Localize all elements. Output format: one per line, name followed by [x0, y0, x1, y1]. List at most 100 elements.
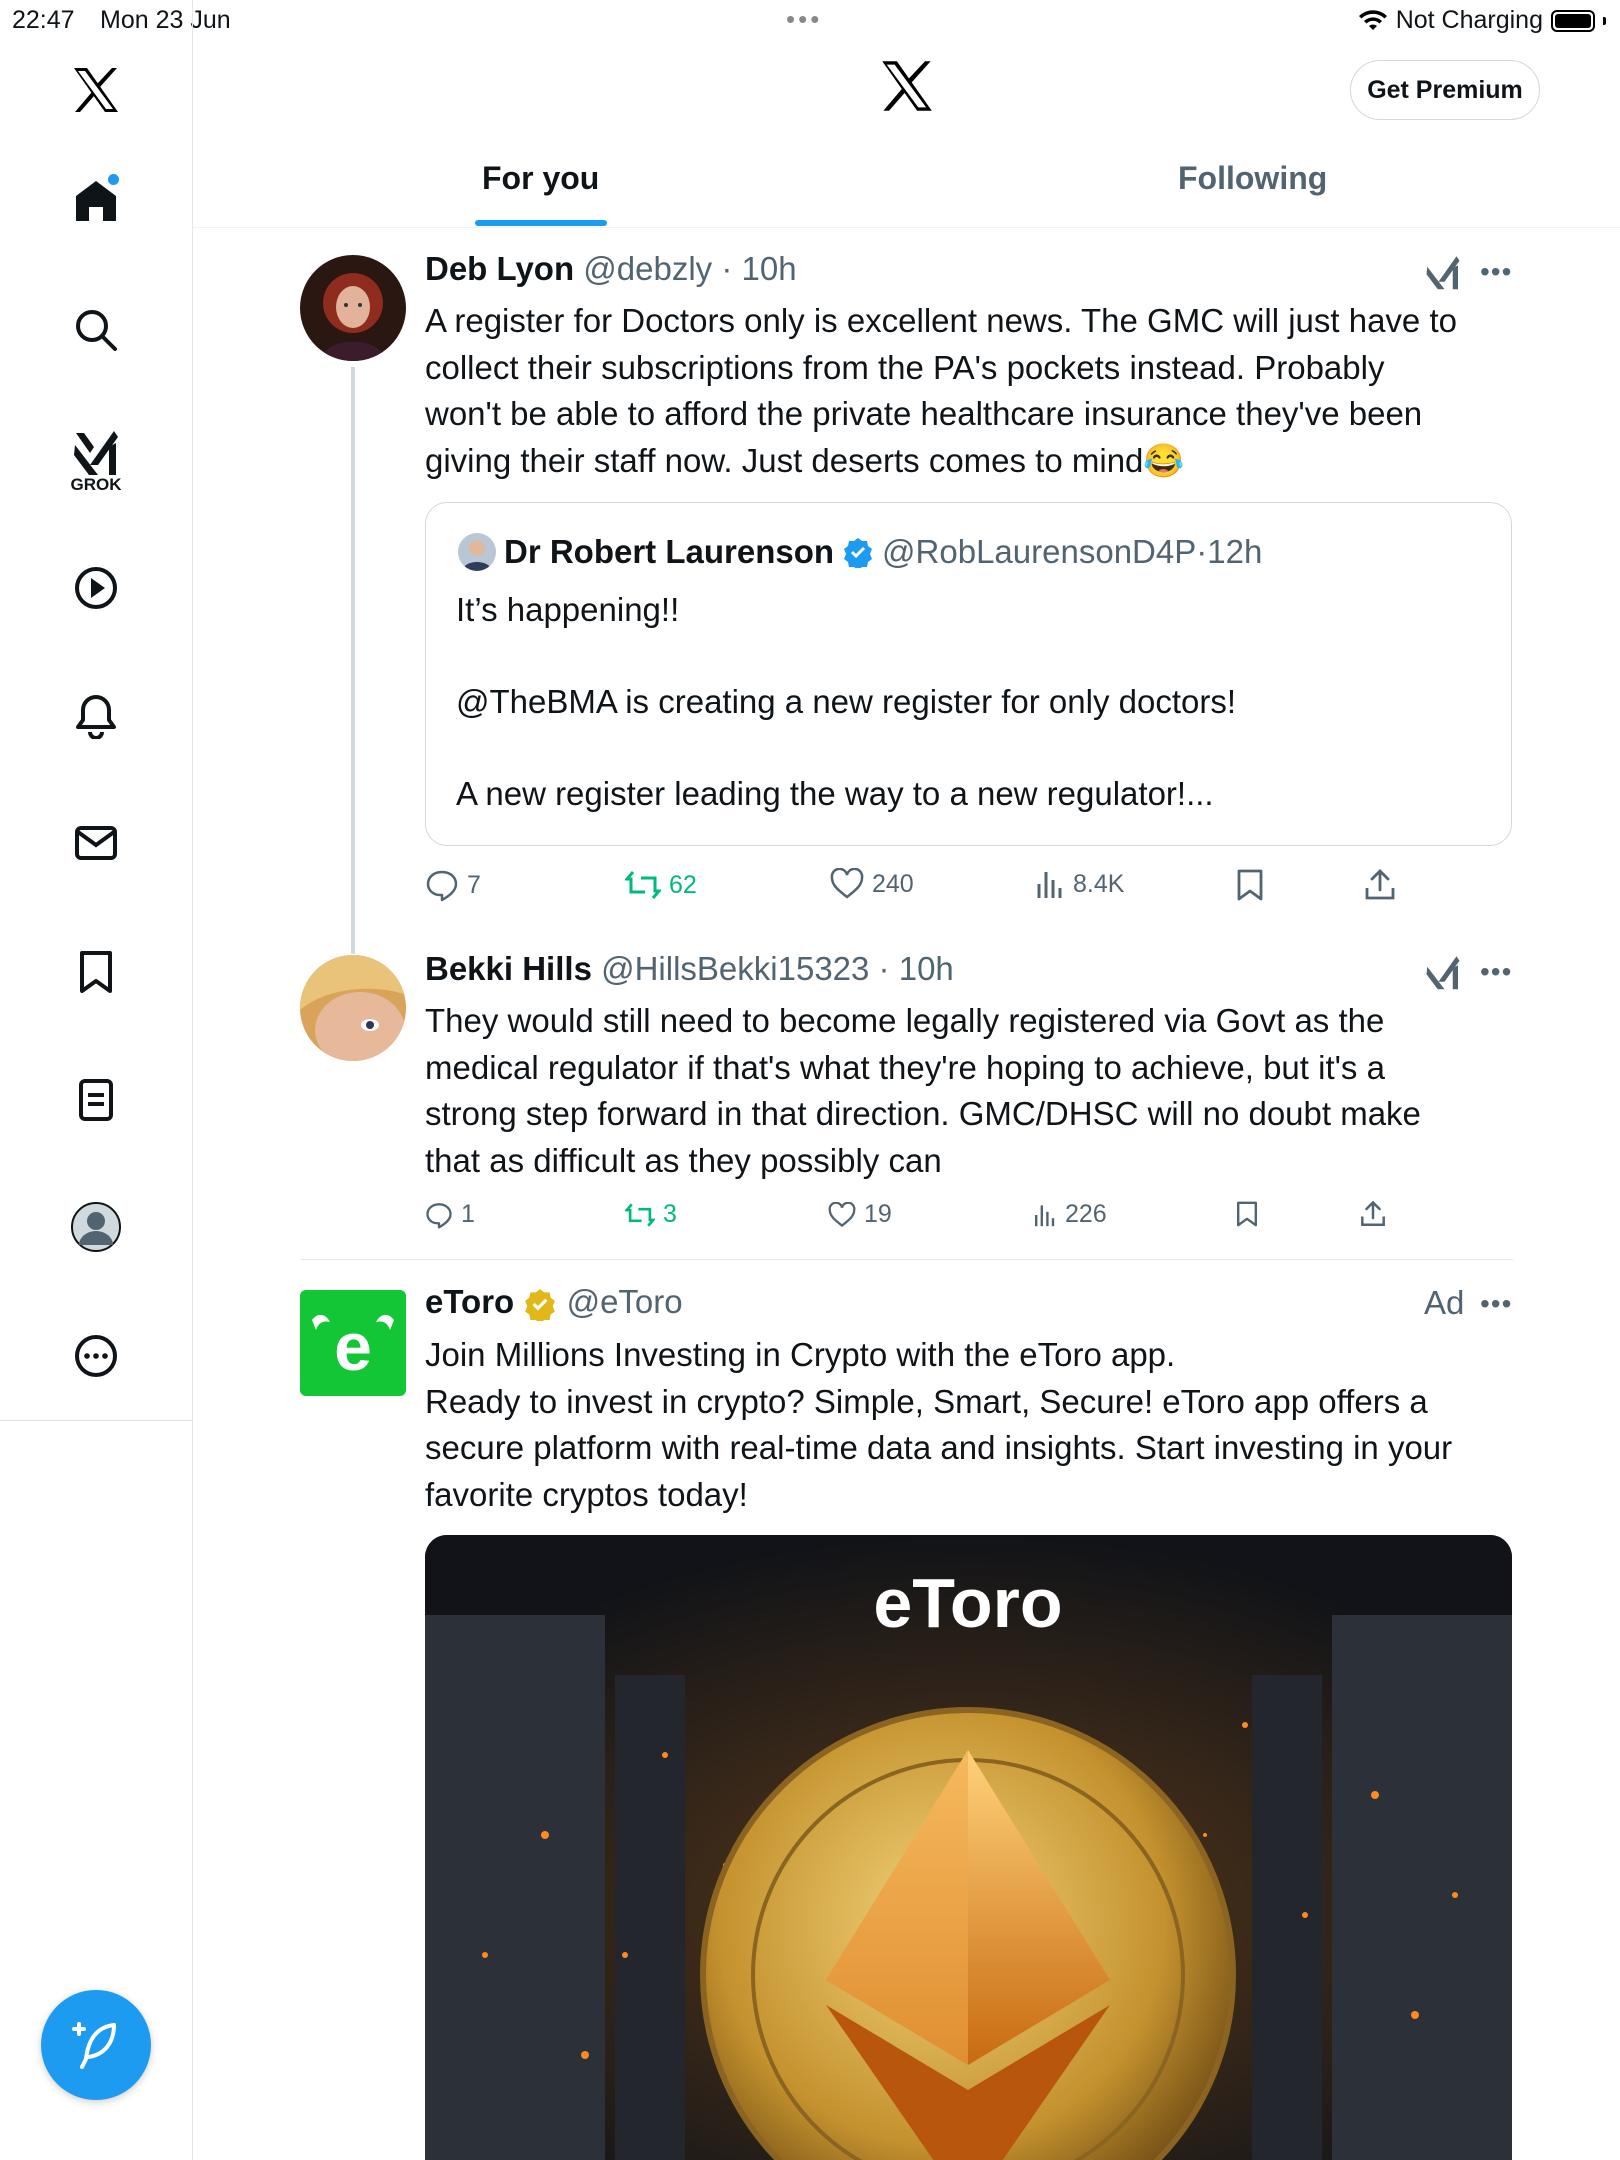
separator-dot: ·	[1196, 533, 1208, 570]
views-button[interactable]: 8.4K	[1035, 868, 1124, 900]
multitasking-dots[interactable]: •••	[786, 4, 822, 35]
etoro-logo-avatar[interactable]: e	[300, 1290, 406, 1396]
grok-explain-icon[interactable]	[1425, 254, 1461, 295]
tweet-text-line: Ready to invest in crypto? Simple, Smart…	[425, 1382, 1428, 1420]
tweet-time[interactable]: 10h	[742, 250, 797, 287]
share-button[interactable]	[1363, 868, 1397, 902]
lists-icon[interactable]	[60, 1064, 132, 1136]
charging-status: Not Charging	[1395, 6, 1543, 34]
repost-icon	[625, 871, 661, 899]
author-handle[interactable]: @eToro	[567, 1283, 683, 1320]
tweet-text-line: secure platform with real-time data and …	[425, 1429, 1453, 1466]
quoted-paragraph: It’s happening!!	[456, 591, 680, 628]
bookmarks-icon[interactable]	[60, 936, 132, 1008]
ad-media-image[interactable]: eToro	[425, 1535, 1512, 2160]
tweet-text: They would still need to become legally …	[425, 998, 1525, 1184]
reply-count: 1	[461, 1200, 475, 1228]
reply-count: 7	[467, 870, 481, 899]
tab-following[interactable]: Following	[1178, 160, 1327, 197]
tweet-time[interactable]: 10h	[899, 950, 954, 987]
compose-feather-icon	[72, 2022, 116, 2069]
thread-connector	[351, 367, 355, 954]
heart-icon	[830, 868, 864, 899]
tweet-text-line: They would still need to become legally …	[425, 1002, 1385, 1039]
like-button[interactable]: 19	[828, 1200, 892, 1229]
quoted-author-name: Dr Robert Laurenson	[504, 533, 835, 570]
battery-tip	[1603, 16, 1606, 25]
tweet-divider	[300, 1259, 1513, 1260]
tweet-text-line: won't be able to afford the private heal…	[425, 395, 1423, 432]
header-divider	[193, 227, 1620, 228]
quoted-paragraph: @TheBMA is creating a new register for o…	[456, 683, 1236, 720]
ad-label: Ad	[1424, 1284, 1465, 1321]
repost-button[interactable]: 3	[625, 1200, 677, 1229]
view-count: 226	[1065, 1200, 1107, 1228]
tweet-text-line: A register for Doctors only is excellent…	[425, 302, 1457, 339]
views-icon	[1035, 1204, 1055, 1226]
avatar[interactable]	[300, 955, 406, 1061]
heart-icon	[828, 1201, 856, 1227]
battery-icon	[1551, 9, 1595, 32]
quoted-tweet-time: 12h	[1207, 533, 1263, 570]
gold-verified-badge-icon	[525, 1289, 556, 1322]
author-name[interactable]: Bekki Hills	[425, 950, 592, 987]
tweet-text-line: giving their staff now. Just deserts com…	[425, 441, 1185, 479]
repost-button[interactable]: 62	[625, 868, 697, 902]
reply-icon	[426, 1202, 452, 1229]
more-options-icon[interactable]: •••	[1480, 1288, 1512, 1320]
bookmark-button[interactable]	[1235, 868, 1265, 902]
home-icon[interactable]	[60, 165, 132, 237]
notifications-icon[interactable]	[60, 680, 132, 752]
home-notification-dot	[108, 174, 119, 185]
active-tab-indicator	[475, 220, 607, 226]
tweet-text: A register for Doctors only is excellent…	[425, 298, 1525, 484]
like-button[interactable]: 240	[830, 868, 914, 900]
wifi-icon	[1358, 9, 1387, 30]
views-button[interactable]: 226	[1033, 1200, 1107, 1229]
author-name[interactable]: Deb Lyon	[425, 250, 574, 287]
tweet-text-line: Join Millions Investing in Crypto with t…	[425, 1336, 1176, 1373]
sidebar-separator	[0, 1420, 192, 1421]
compose-post-button[interactable]	[41, 1990, 151, 2100]
grok-explain-icon[interactable]	[1425, 954, 1461, 995]
repost-count: 3	[663, 1200, 677, 1228]
more-options-icon[interactable]: •••	[1480, 956, 1512, 988]
share-button[interactable]	[1359, 1200, 1387, 1228]
author-handle[interactable]: @HillsBekki15323	[601, 950, 869, 987]
tweet-header: Deb Lyon @debzly · 10h	[425, 250, 797, 288]
x-logo-icon[interactable]	[60, 54, 132, 126]
separator-dot: ·	[712, 250, 742, 287]
messages-icon[interactable]	[60, 807, 132, 879]
bookmark-icon	[1237, 869, 1263, 901]
more-options-icon[interactable]: •••	[1480, 256, 1512, 288]
reply-button[interactable]: 7	[425, 868, 481, 902]
tweet-text-line: medical regulator if that's what they're…	[425, 1048, 1385, 1086]
author-handle[interactable]: @debzly	[583, 250, 712, 287]
quoted-tweet-text: It’s happening!! @TheBMA is creating a n…	[456, 587, 1476, 863]
tweet-header: eToro @eToro	[425, 1283, 683, 1322]
avatar[interactable]	[300, 255, 406, 361]
bookmark-button[interactable]	[1235, 1200, 1259, 1228]
svg-text:e: e	[334, 1309, 372, 1385]
like-count: 240	[872, 869, 914, 898]
separator-dot: ·	[869, 950, 899, 987]
quoted-avatar	[458, 533, 496, 571]
views-icon	[1037, 872, 1062, 898]
tab-for-you[interactable]: For you	[482, 160, 599, 197]
get-premium-button[interactable]: Get Premium	[1350, 60, 1540, 120]
video-icon[interactable]	[60, 552, 132, 624]
x-logo-header-icon[interactable]	[880, 60, 934, 117]
more-icon[interactable]	[60, 1320, 132, 1392]
tweet-header: Bekki Hills @HillsBekki15323 · 10h	[425, 950, 954, 988]
tweet-text-line: strong step forward in that direction. G…	[425, 1095, 1421, 1132]
profile-icon[interactable]	[60, 1191, 132, 1263]
reply-button[interactable]: 1	[425, 1200, 475, 1229]
grok-label: GROK	[70, 475, 122, 494]
search-icon[interactable]	[60, 294, 132, 366]
sidebar: GROK	[0, 0, 193, 2160]
author-name[interactable]: eToro	[425, 1283, 514, 1320]
like-count: 19	[864, 1200, 892, 1228]
quoted-tweet[interactable]: Dr Robert Laurenson @RobLaurensonD4P · 12h…	[425, 502, 1512, 846]
status-right: Not Charging	[1358, 6, 1606, 35]
reply-icon	[426, 870, 458, 902]
